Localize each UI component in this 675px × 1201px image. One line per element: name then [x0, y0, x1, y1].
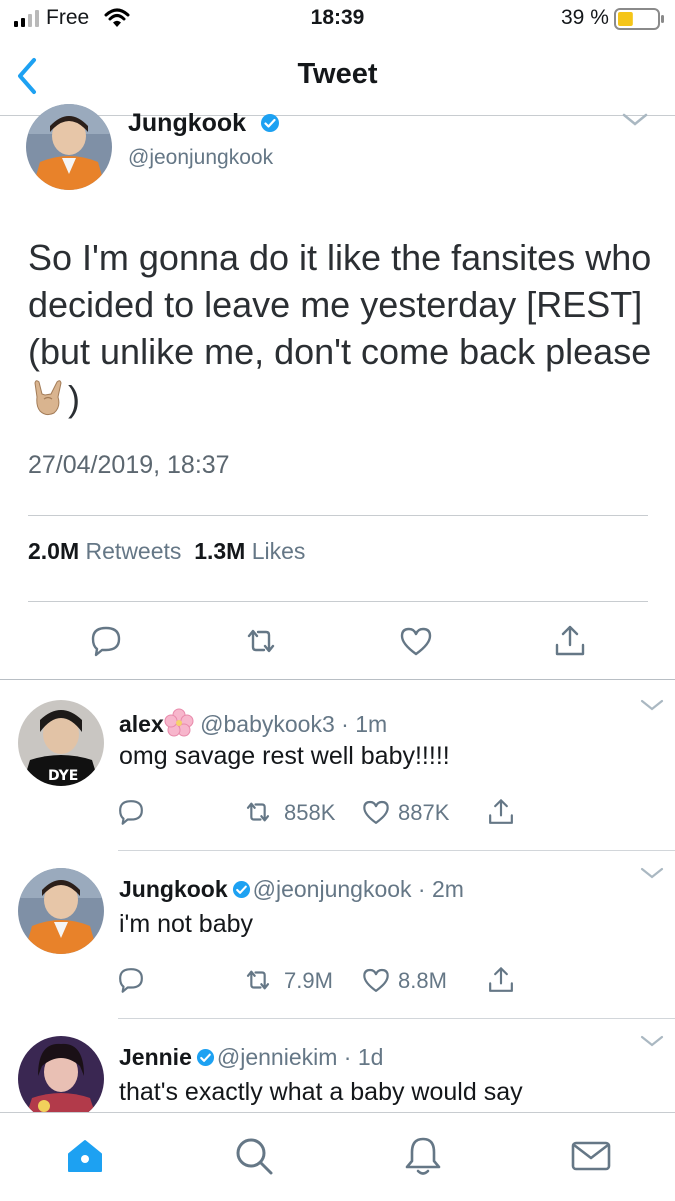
reply-author-name[interactable]: alex — [119, 711, 164, 737]
like-count: 8.8M — [398, 968, 447, 993]
reply-author-handle[interactable]: @babykook3 — [200, 711, 335, 737]
like-icon[interactable] — [398, 623, 434, 659]
reply-author-name[interactable]: Jungkook — [119, 876, 228, 902]
retweet-icon[interactable] — [243, 797, 273, 827]
reply-header: alex @babykook3 · 1m — [119, 708, 387, 738]
chevron-down-icon[interactable] — [640, 866, 664, 880]
share-icon[interactable] — [486, 797, 516, 827]
sign-of-horns-emoji-icon — [34, 380, 62, 416]
avatar[interactable] — [26, 104, 112, 190]
divider — [118, 1018, 675, 1019]
messages-icon[interactable] — [569, 1134, 613, 1178]
reply-time: 1m — [355, 711, 388, 737]
retweet-count: 7.9M — [284, 968, 333, 993]
retweets-label[interactable]: Retweets — [86, 538, 182, 564]
divider — [0, 115, 675, 116]
avatar[interactable]: DYE — [18, 700, 104, 786]
reply-time: 2m — [431, 876, 464, 902]
chevron-down-icon[interactable] — [622, 112, 648, 128]
reply-text: i'm not baby — [119, 910, 254, 938]
author-name[interactable]: Jungkook — [128, 109, 246, 138]
avatar[interactable] — [18, 868, 104, 954]
reply-text: omg savage rest well baby!!!!! — [119, 742, 450, 770]
reply-header: Jungkook @jeonjungkook · 2m — [119, 876, 464, 902]
battery-percentage: 39 % — [561, 6, 609, 29]
reply-author-handle[interactable]: @jeonjungkook — [253, 876, 412, 902]
battery-icon — [614, 8, 664, 30]
divider — [118, 850, 675, 851]
retweet-count: 858K — [284, 800, 336, 825]
reply-icon[interactable] — [116, 797, 146, 827]
chevron-down-icon[interactable] — [640, 698, 664, 712]
status-bar: Free 18:39 39 % — [0, 0, 675, 40]
avatar[interactable] — [18, 1036, 104, 1122]
divider — [28, 515, 648, 516]
like-count: 887K — [398, 800, 450, 825]
share-icon[interactable] — [552, 623, 588, 659]
reply-icon[interactable] — [116, 965, 146, 995]
share-icon[interactable] — [486, 965, 516, 995]
notifications-icon[interactable] — [401, 1134, 445, 1178]
svg-text:DYE: DYE — [48, 768, 78, 784]
like-count[interactable]: 1.3M — [194, 538, 245, 564]
reply-header: Jennie @jenniekim · 1d — [119, 1044, 384, 1070]
tweet-stats: 2.0M Retweets 1.3M Likes — [28, 538, 305, 565]
reply-time: 1d — [357, 1044, 384, 1070]
likes-label[interactable]: Likes — [252, 538, 306, 564]
tweet-text: So I'm gonna do it like the fansites who… — [28, 237, 652, 419]
cherry-blossom-emoji-icon — [164, 708, 194, 737]
reply-icon[interactable] — [88, 623, 124, 659]
reply-author-handle[interactable]: @jenniekim — [217, 1044, 338, 1070]
verified-badge-icon — [196, 1048, 214, 1067]
chevron-down-icon[interactable] — [640, 1034, 664, 1048]
author-handle[interactable]: @jeonjungkook — [128, 146, 273, 170]
search-icon[interactable] — [232, 1134, 276, 1178]
divider — [28, 601, 648, 602]
retweet-count[interactable]: 2.0M — [28, 538, 79, 564]
verified-badge-icon — [232, 880, 250, 899]
retweet-icon[interactable] — [243, 965, 273, 995]
reply-text: that's exactly what a baby would say — [119, 1078, 523, 1106]
divider — [0, 679, 675, 680]
home-icon[interactable] — [63, 1134, 107, 1178]
tweet-timestamp: 27/04/2019, 18:37 — [28, 451, 230, 479]
like-icon[interactable] — [361, 797, 391, 827]
like-icon[interactable] — [361, 965, 391, 995]
page-title: Tweet — [297, 58, 378, 90]
retweet-icon[interactable] — [243, 623, 279, 659]
verified-badge-icon — [261, 114, 279, 132]
reply-author-name[interactable]: Jennie — [119, 1044, 192, 1070]
